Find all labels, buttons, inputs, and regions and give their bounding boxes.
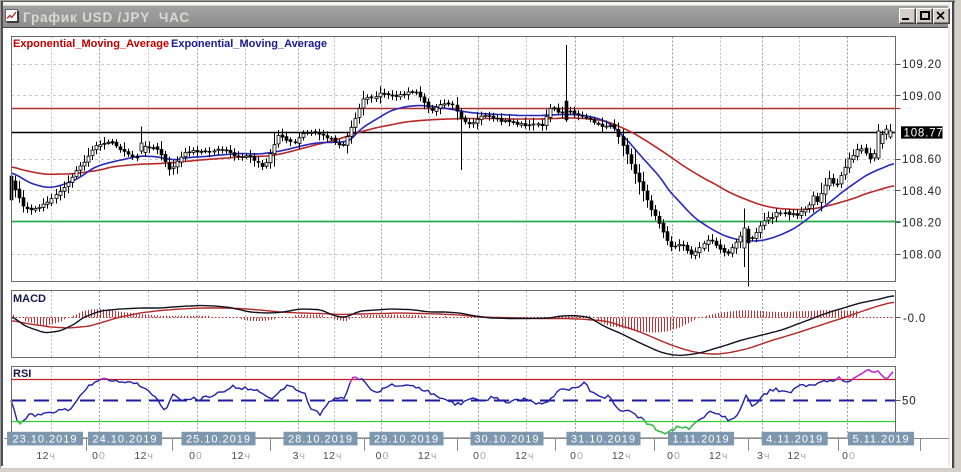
svg-text:12: 12 [231, 450, 244, 462]
svg-text:Exponential_Moving_Average: Exponential_Moving_Average [171, 38, 327, 50]
svg-text:0: 0 [196, 450, 202, 462]
svg-text:109.00: 109.00 [902, 91, 942, 103]
svg-text:MACD: MACD [13, 293, 46, 305]
svg-text:25.10.2019: 25.10.2019 [186, 433, 251, 445]
svg-text:50: 50 [902, 396, 916, 408]
svg-text:ч: ч [245, 450, 250, 462]
svg-text:12: 12 [134, 450, 147, 462]
svg-text:1.11.2019: 1.11.2019 [672, 433, 729, 445]
svg-text:4.11.2019: 4.11.2019 [766, 433, 823, 445]
svg-text:0: 0 [189, 450, 195, 462]
svg-text:24.10.2019: 24.10.2019 [92, 433, 157, 445]
svg-text:0: 0 [577, 450, 583, 462]
svg-text:ч: ч [148, 450, 153, 462]
svg-text:ч: ч [300, 450, 305, 462]
svg-text:108.20: 108.20 [902, 218, 942, 230]
svg-text:0: 0 [674, 450, 680, 462]
svg-text:12: 12 [787, 450, 800, 462]
svg-text:ч: ч [625, 450, 630, 462]
svg-text:0: 0 [99, 450, 105, 462]
svg-text:12: 12 [36, 450, 49, 462]
svg-text:ч: ч [764, 450, 769, 462]
svg-text:108.00: 108.00 [902, 249, 942, 261]
svg-text:ч: ч [528, 450, 533, 462]
svg-text:0: 0 [480, 450, 486, 462]
svg-text:12: 12 [612, 450, 625, 462]
svg-text:-0.0: -0.0 [903, 313, 926, 325]
svg-text:0: 0 [842, 450, 848, 462]
svg-text:3: 3 [293, 450, 299, 462]
svg-text:RSI: RSI [13, 368, 31, 380]
svg-text:0: 0 [376, 450, 382, 462]
svg-text:30.10.2019: 30.10.2019 [474, 433, 539, 445]
svg-text:ч: ч [722, 450, 727, 462]
svg-text:0: 0 [667, 450, 673, 462]
svg-text:28.10.2019: 28.10.2019 [288, 433, 353, 445]
svg-text:108.60: 108.60 [902, 154, 942, 166]
svg-text:0: 0 [849, 450, 855, 462]
svg-text:12: 12 [418, 450, 431, 462]
svg-text:Exponential_Moving_Average: Exponential_Moving_Average [13, 38, 169, 50]
svg-text:108.40: 108.40 [902, 186, 942, 198]
svg-text:5.11.2019: 5.11.2019 [852, 433, 909, 445]
svg-text:12: 12 [709, 450, 722, 462]
svg-text:ч: ч [336, 450, 341, 462]
svg-text:0: 0 [383, 450, 389, 462]
svg-text:ч: ч [431, 450, 436, 462]
svg-text:0: 0 [570, 450, 576, 462]
svg-text:0: 0 [92, 450, 98, 462]
svg-text:31.10.2019: 31.10.2019 [571, 433, 636, 445]
svg-text:ч: ч [50, 450, 55, 462]
svg-text:ч: ч [801, 450, 806, 462]
svg-text:0: 0 [473, 450, 479, 462]
svg-text:109.20: 109.20 [902, 59, 942, 71]
svg-text:108.77: 108.77 [904, 128, 944, 140]
svg-text:23.10.2019: 23.10.2019 [12, 433, 77, 445]
svg-text:12: 12 [515, 450, 528, 462]
svg-text:12: 12 [323, 450, 336, 462]
svg-text:3: 3 [757, 450, 763, 462]
svg-text:29.10.2019: 29.10.2019 [374, 433, 439, 445]
